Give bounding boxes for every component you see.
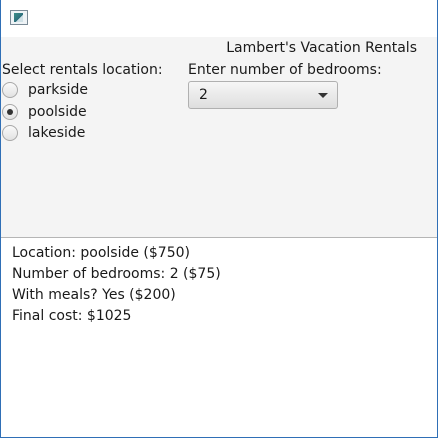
radio-label-lakeside: lakeside	[28, 125, 86, 141]
output-location-line: Location: poolside ($750)	[12, 245, 190, 261]
output-panel: Location: poolside ($750) Number of bedr…	[1, 238, 437, 437]
location-label: Select rentals location:	[2, 62, 163, 78]
input-panel: Lambert's Vacation Rentals Select rental…	[1, 37, 437, 237]
output-meals-line: With meals? Yes ($200)	[12, 287, 176, 303]
bedrooms-dropdown[interactable]: 2	[188, 81, 338, 109]
bedrooms-label: Enter number of bedrooms:	[188, 62, 382, 78]
radio-parkside[interactable]: parkside	[1, 80, 88, 100]
radio-poolside[interactable]: poolside	[1, 102, 87, 122]
app-window: Lambert's Vacation Rentals Select rental…	[0, 0, 438, 438]
output-final-cost-line: Final cost: $1025	[12, 308, 132, 324]
radio-label-poolside: poolside	[28, 104, 87, 120]
radio-lakeside[interactable]: lakeside	[1, 123, 85, 143]
app-icon	[10, 10, 28, 25]
title-bar	[1, 0, 437, 37]
radio-button-selected-icon[interactable]	[2, 104, 18, 120]
output-bedrooms-line: Number of bedrooms: 2 ($75)	[12, 266, 221, 282]
bedrooms-dropdown-value: 2	[199, 87, 208, 103]
radio-button-icon[interactable]	[2, 82, 18, 98]
radio-button-icon[interactable]	[2, 125, 18, 141]
radio-label-parkside: parkside	[28, 82, 89, 98]
chevron-down-icon[interactable]	[318, 93, 328, 98]
app-title: Lambert's Vacation Rentals	[226, 40, 417, 56]
